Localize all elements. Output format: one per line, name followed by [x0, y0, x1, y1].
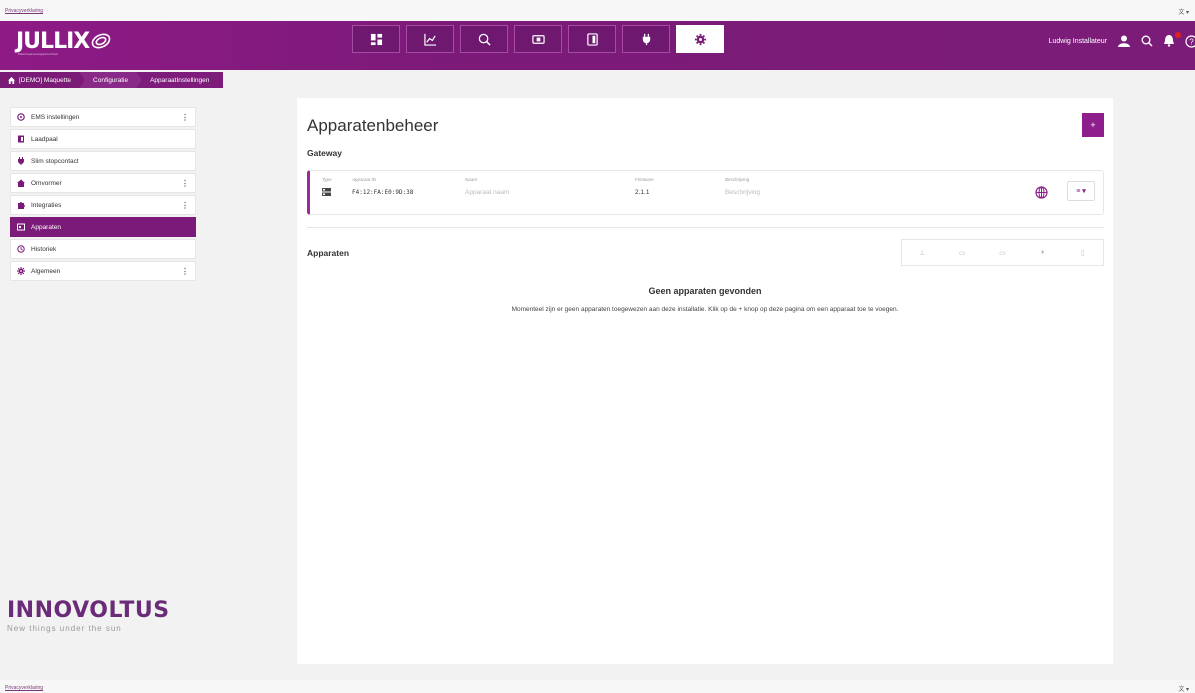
nav-device[interactable] [568, 25, 616, 53]
sidebar-item-historiek[interactable]: Historiek [10, 239, 196, 259]
gateway-menu-button[interactable]: ≡ ▾ [1067, 181, 1095, 201]
plug-icon [18, 157, 24, 165]
sidebar-item-ems-instellingen[interactable]: EMS instellingen ⋮ [10, 107, 196, 127]
filter-meter-icon[interactable]: ▭ [997, 248, 1007, 258]
privacy-link[interactable]: Privacyverklaring [5, 8, 43, 14]
breadcrumb-home[interactable]: [DEMO] Maquette [0, 72, 86, 88]
gateway-id: Apparaat ID F4:12:FA:E0:9D:38 [352, 177, 414, 196]
breadcrumb-apparaatinstellingen: ApparaatInstellingen [136, 72, 218, 88]
privacy-link-footer[interactable]: Privacyverklaring [5, 685, 43, 691]
gateway-type-icon [322, 188, 331, 196]
divider [307, 227, 1104, 228]
ems-icon [17, 113, 25, 121]
bell-icon [1164, 34, 1174, 47]
sidebar-item-integraties[interactable]: Integraties ⋮ [10, 195, 196, 215]
charger-icon [18, 135, 24, 143]
gateway-section-title: Gateway [307, 148, 342, 158]
devices-icon [17, 223, 25, 231]
empty-state-title: Geen apparaten gevonden [648, 286, 762, 296]
search-icon[interactable] [1141, 35, 1153, 47]
user-icon[interactable] [1117, 35, 1131, 47]
house-icon [17, 179, 25, 187]
app-header: JULLIX Maximaal energievoordeel Ludwig I… [0, 21, 1195, 70]
filter-plug-icon[interactable]: ♦ [1038, 248, 1048, 258]
sidebar-item-algemeen[interactable]: Algemeen ⋮ [10, 261, 196, 281]
filter-solar-icon[interactable]: ⊥ [917, 248, 927, 258]
gateway-name-input[interactable]: Apparaat naam [465, 189, 509, 196]
devices-section-title: Apparaten [307, 248, 350, 258]
svg-text:?: ? [1189, 37, 1194, 46]
sidebar: EMS instellingen ⋮ Laadpaal Slim stopcont… [10, 107, 196, 283]
notification-badge [1175, 31, 1181, 38]
bottom-strip: Privacyverklaring 文 ▾ [0, 680, 1195, 693]
jullix-logo[interactable]: JULLIX Maximaal energievoordeel [16, 29, 111, 56]
gateway-description-input[interactable]: Beschrijving [725, 189, 760, 196]
gear-icon [694, 33, 706, 45]
history-icon [17, 245, 25, 253]
dashboard-icon [370, 33, 382, 45]
sidebar-item-slim-stopcontact[interactable]: Slim stopcontact [10, 151, 196, 171]
innovoltus-logo: INNOVOLTUS New things under the sun [7, 598, 170, 633]
user-name[interactable]: Ludwig Installateur [1049, 38, 1107, 45]
breadcrumb: [DEMO] Maquette Configuratie ApparaatIns… [0, 72, 224, 88]
analytics-icon [478, 33, 491, 46]
gear-icon [17, 267, 25, 275]
add-device-button[interactable]: + [1082, 113, 1104, 137]
nav-dashboard[interactable] [352, 25, 400, 53]
home-icon [8, 76, 15, 84]
device-icon [586, 32, 598, 46]
main-panel: Apparatenbeheer + Gateway Type Apparaat … [297, 98, 1113, 664]
chart-icon [423, 33, 436, 46]
nav-battery[interactable] [514, 25, 562, 53]
gateway-card: Type Apparaat ID F4:12:FA:E0:9D:38 Naam … [307, 170, 1104, 215]
sidebar-item-laadpaal[interactable]: Laadpaal [10, 129, 196, 149]
globe-icon[interactable] [1035, 186, 1048, 199]
language-selector-footer[interactable]: 文 ▾ [1178, 684, 1189, 693]
sidebar-item-omvormer[interactable]: Omvormer ⋮ [10, 173, 196, 193]
header-right: Ludwig Installateur ? [1049, 31, 1195, 51]
nav-analytics[interactable] [460, 25, 508, 53]
filter-charger-icon[interactable]: ▯ [1078, 248, 1088, 258]
language-selector[interactable]: 文 ▾ [1178, 7, 1189, 16]
puzzle-icon [18, 202, 25, 209]
breadcrumb-configuratie[interactable]: Configuratie [79, 72, 143, 88]
empty-state-description: Momenteel zijn er geen apparaten toegewe… [511, 306, 899, 313]
nav-settings[interactable] [676, 25, 724, 53]
page-title: Apparatenbeheer [307, 116, 439, 135]
filter-battery-icon[interactable]: ▭ [957, 248, 967, 258]
gateway-type: Type [322, 177, 332, 198]
nav-plug[interactable] [622, 25, 670, 53]
sidebar-item-apparaten[interactable]: Apparaten [10, 217, 196, 237]
top-strip: Privacyverklaring 文 ▾ [0, 0, 1195, 21]
help-icon[interactable]: ? [1185, 34, 1195, 48]
battery-icon [531, 34, 545, 44]
nav-chart[interactable] [406, 25, 454, 53]
gateway-name: Naam Apparaat naam [465, 177, 510, 196]
plug-icon [642, 33, 650, 45]
device-type-filters: ⊥ ▭ ▭ ♦ ▯ [901, 239, 1104, 266]
gateway-description: Beschrijving Beschrijving [725, 177, 761, 196]
logo-swirl-icon [91, 33, 111, 49]
gateway-firmware: Firmware 2.1.1 [635, 177, 654, 196]
main-nav [352, 25, 724, 53]
notifications[interactable] [1163, 31, 1181, 49]
